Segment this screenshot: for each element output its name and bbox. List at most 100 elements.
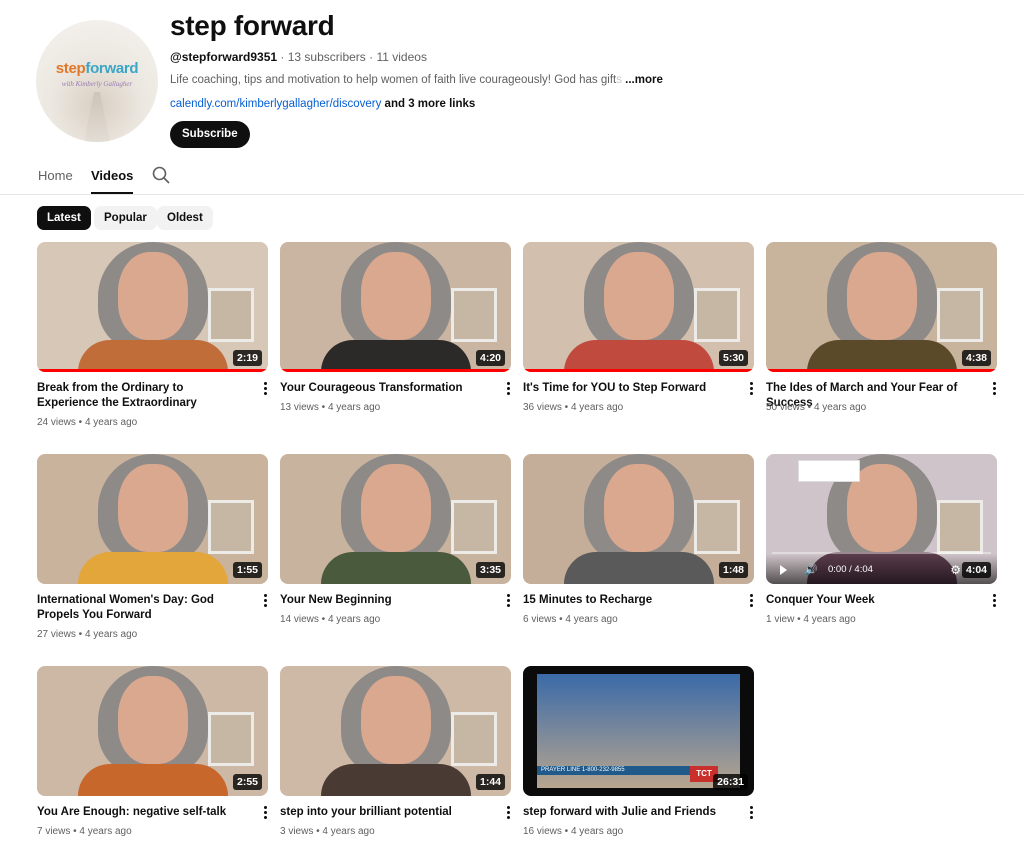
search-icon[interactable] (152, 166, 170, 184)
channel-header: stepforward with Kimberly Gallagher step… (0, 0, 1024, 160)
channel-avatar[interactable]: stepforward with Kimberly Gallagher (36, 20, 158, 142)
video-card[interactable]: 2:55 You Are Enough: negative self-talk 7 … (37, 666, 268, 837)
video-card[interactable]: 1:44 step into your brilliant potential 3 … (280, 666, 511, 837)
thumbnail-logo-badge (798, 460, 860, 482)
person-top (806, 340, 957, 372)
video-title[interactable]: step forward with Julie and Friends (523, 805, 728, 820)
more-button[interactable]: ...more (625, 74, 663, 86)
more-options-icon[interactable] (748, 594, 754, 608)
video-title[interactable]: You Are Enough: negative self-talk (37, 805, 242, 820)
avatar-logo-step: step (55, 60, 86, 77)
volume-icon[interactable]: 🔊 (804, 563, 818, 576)
channel-link[interactable]: calendly.com/kimberlygallagher/discovery (170, 98, 381, 110)
play-icon[interactable] (780, 565, 787, 575)
more-options-icon[interactable] (748, 806, 754, 820)
more-options-icon[interactable] (262, 806, 268, 820)
video-thumbnail[interactable]: 2:55 (37, 666, 268, 796)
picture-frame (451, 712, 497, 766)
video-card[interactable]: 1:48 15 Minutes to Recharge 6 views • 4 ye… (523, 454, 754, 625)
more-options-icon[interactable] (505, 806, 511, 820)
chip-latest[interactable]: Latest (37, 206, 91, 230)
video-duration: 3:35 (475, 562, 505, 578)
person-face (117, 464, 188, 552)
picture-frame (451, 500, 497, 554)
video-card[interactable]: 4:38 The Ides of March and Your Fear of S… (766, 242, 997, 413)
video-thumbnail[interactable]: 4:38 (766, 242, 997, 372)
video-thumbnail[interactable]: 5:30 (523, 242, 754, 372)
video-title[interactable]: Your Courageous Transformation (280, 381, 485, 396)
video-title[interactable]: Conquer Your Week (766, 593, 971, 608)
video-thumbnail[interactable]: 1:44 (280, 666, 511, 796)
video-card[interactable]: 🔊 0:00 / 4:04 ⚙ 4:04 Conquer Your Week 1 view… (766, 454, 997, 625)
video-card[interactable]: 3:35 Your New Beginning 14 views • 4 years… (280, 454, 511, 625)
video-title[interactable]: Your New Beginning (280, 593, 485, 608)
person-face (117, 252, 188, 340)
meta-separator: · (277, 50, 288, 64)
video-card[interactable]: 1:55 International Women's Day: God Prope… (37, 454, 268, 640)
avatar-logo: stepforward (36, 60, 158, 77)
video-card[interactable]: 4:20 Your Courageous Transformation 13 vie… (280, 242, 511, 413)
video-duration: 2:19 (232, 350, 262, 366)
meta-separator: · (365, 50, 377, 64)
person-top (320, 764, 471, 796)
chip-oldest[interactable]: Oldest (157, 206, 213, 230)
more-options-icon[interactable] (262, 594, 268, 608)
video-stats: 7 views • 4 years ago (37, 826, 132, 837)
more-options-icon[interactable] (505, 382, 511, 396)
video-title[interactable]: step into your brilliant potential (280, 805, 485, 820)
subscribe-button[interactable]: Subscribe (170, 121, 250, 148)
video-stats: 50 views • 4 years ago (766, 402, 867, 413)
player-time: 0:00 / 4:04 (828, 564, 873, 575)
video-stats: 27 views • 4 years ago (37, 629, 138, 640)
tab-videos[interactable]: Videos (91, 168, 134, 194)
person-top (77, 764, 228, 796)
more-options-icon[interactable] (505, 594, 511, 608)
tab-home[interactable]: Home (38, 168, 73, 194)
video-thumbnail[interactable]: 1:55 (37, 454, 268, 584)
picture-frame (451, 288, 497, 342)
avatar-logo-forward: forward (85, 60, 139, 77)
video-title[interactable]: It's Time for YOU to Step Forward (523, 381, 728, 396)
video-duration: 2:55 (232, 774, 262, 790)
person-top (77, 552, 228, 584)
person-face (117, 676, 188, 764)
more-options-icon[interactable] (991, 594, 997, 608)
more-links-button[interactable]: and 3 more links (381, 98, 476, 110)
video-card[interactable]: 5:30 It's Time for YOU to Step Forward 36 … (523, 242, 754, 413)
video-title[interactable]: Break from the Ordinary to Experience th… (37, 381, 242, 411)
channel-handle: @stepforward9351 (170, 50, 278, 64)
more-options-icon[interactable] (748, 382, 754, 396)
video-duration: 26:31 (713, 774, 748, 790)
video-title[interactable]: 15 Minutes to Recharge (523, 593, 728, 608)
video-thumbnail[interactable]: PRAYER LINE 1-800-232-9855 TCT 26:31 (523, 666, 754, 796)
more-options-icon[interactable] (991, 382, 997, 396)
video-thumbnail[interactable]: 1:48 (523, 454, 754, 584)
video-duration: 1:48 (718, 562, 748, 578)
description-text: Life coaching, tips and motivation to he… (170, 74, 617, 86)
person-face (360, 676, 431, 764)
video-count: 11 videos (376, 50, 427, 64)
person-face (603, 464, 674, 552)
player-scrubber[interactable] (772, 552, 991, 554)
more-options-icon[interactable] (262, 382, 268, 396)
channel-tabs: Home Videos (0, 160, 1024, 195)
chip-popular[interactable]: Popular (94, 206, 157, 230)
channel-links: calendly.com/kimberlygallagher/discovery… (170, 98, 475, 110)
video-duration: 5:30 (718, 350, 748, 366)
channel-meta: @stepforward9351 · 13 subscribers · 11 v… (170, 50, 427, 64)
video-thumbnail[interactable]: 4:20 (280, 242, 511, 372)
subscriber-count: 13 subscribers (287, 50, 366, 64)
video-card[interactable]: 2:19 Break from the Ordinary to Experienc… (37, 242, 268, 428)
channel-name: step forward (170, 10, 335, 41)
watch-progress-bar (37, 369, 268, 372)
video-duration: 1:55 (232, 562, 262, 578)
video-card[interactable]: PRAYER LINE 1-800-232-9855 TCT 26:31 step f… (523, 666, 754, 837)
person-top (320, 552, 471, 584)
video-thumbnail[interactable]: 3:35 (280, 454, 511, 584)
watch-progress-bar (523, 369, 754, 372)
video-thumbnail[interactable]: 2:19 (37, 242, 268, 372)
picture-frame (208, 500, 254, 554)
video-thumbnail[interactable]: 🔊 0:00 / 4:04 ⚙ 4:04 (766, 454, 997, 584)
gear-icon[interactable]: ⚙ (950, 563, 961, 577)
video-title[interactable]: International Women's Day: God Propels Y… (37, 593, 242, 623)
